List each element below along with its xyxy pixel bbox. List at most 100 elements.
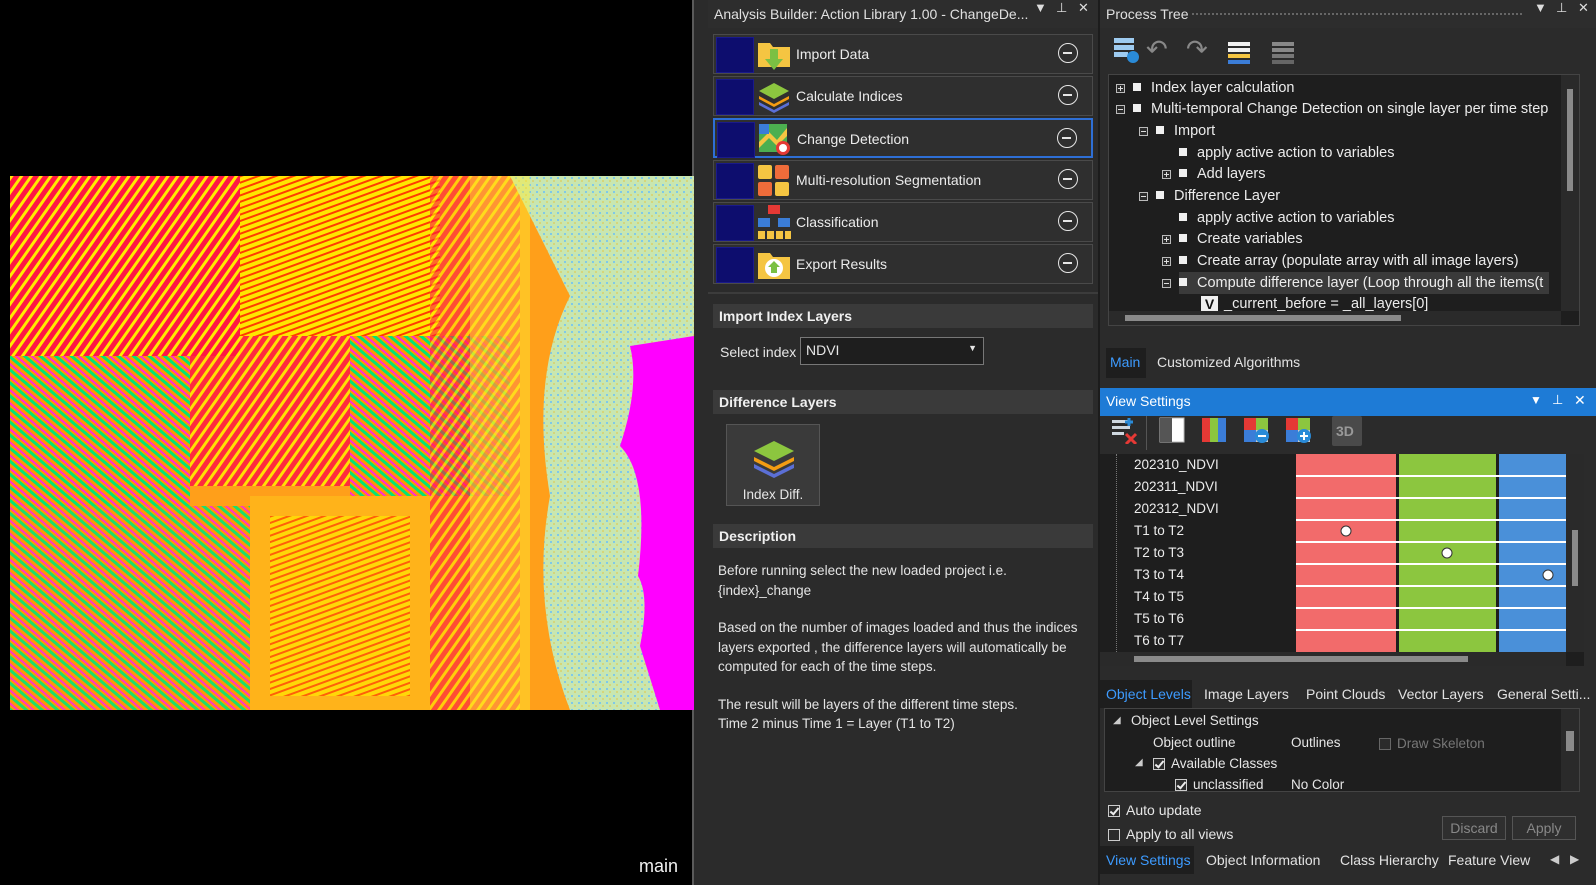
3d-view-button[interactable]: 3D <box>1332 416 1362 446</box>
map-view-panel[interactable]: main <box>0 0 694 885</box>
bottom-tab-object-information[interactable]: Object Information <box>1206 852 1320 868</box>
tree-item[interactable]: Index layer calculation <box>1133 77 1294 99</box>
tree-item[interactable]: apply active action to variables <box>1179 207 1394 229</box>
pin-icon[interactable]: ⊥ <box>1056 0 1067 16</box>
tree-item[interactable]: Difference Layer <box>1156 185 1280 207</box>
action-multiresolution-segmentation[interactable]: Multi-resolution Segmentation <box>713 160 1093 200</box>
collapse-action-icon[interactable] <box>1058 85 1078 105</box>
show-next-image-layer-icon[interactable] <box>1284 416 1312 444</box>
tree-item[interactable]: Create array (populate array with all im… <box>1179 250 1519 272</box>
process-tree-settings-icon[interactable] <box>1112 36 1140 64</box>
action-export-results[interactable]: Export Results <box>713 244 1093 284</box>
horizontal-scrollbar[interactable] <box>1109 311 1561 325</box>
tab-vector-layers[interactable]: Vector Layers <box>1398 686 1484 702</box>
discard-button[interactable]: Discard <box>1442 816 1506 840</box>
tab-image-layers[interactable]: Image Layers <box>1204 686 1289 702</box>
undo-icon[interactable]: ↶ <box>1146 34 1168 65</box>
draw-skeleton-checkbox[interactable] <box>1379 738 1391 751</box>
tree-item[interactable]: Multi-temporal Change Detection on singl… <box>1133 98 1548 120</box>
unclassified-checkbox[interactable] <box>1175 779 1187 791</box>
tab-object-levels[interactable]: Object Levels <box>1100 680 1192 708</box>
layer-name[interactable]: T5 to T6 <box>1134 608 1184 630</box>
auto-update-checkbox[interactable] <box>1108 805 1120 818</box>
dropdown-icon[interactable]: ▼ <box>1034 0 1047 15</box>
action-change-detection[interactable]: Change Detection <box>713 118 1093 158</box>
collapse-action-icon[interactable] <box>1058 169 1078 189</box>
pin-icon[interactable]: ⊥ <box>1556 0 1567 16</box>
select-index-dropdown[interactable]: NDVI ▼ <box>800 337 984 365</box>
layer-mixing-icon[interactable] <box>1110 416 1138 444</box>
collapse-triangle-icon[interactable]: ◢ <box>1113 715 1121 726</box>
redo-icon[interactable]: ↷ <box>1186 34 1208 65</box>
layer-name[interactable]: T2 to T3 <box>1134 542 1184 564</box>
layer-name[interactable]: 202312_NDVI <box>1134 498 1219 520</box>
layer-mixing-table[interactable]: 202310_NDVI 202311_NDVI 202312_NDVI T1 t… <box>1100 454 1584 666</box>
save-rule-set-icon[interactable] <box>1270 38 1298 66</box>
channel-grid[interactable] <box>1296 454 1566 654</box>
expand-icon[interactable] <box>1162 235 1171 244</box>
dropdown-icon[interactable]: ▼ <box>1534 0 1547 15</box>
apply-button[interactable]: Apply <box>1512 816 1576 840</box>
tree-item[interactable]: Import <box>1156 120 1215 142</box>
tab-main[interactable]: Main <box>1106 348 1146 378</box>
layer-name[interactable]: 202310_NDVI <box>1134 454 1219 476</box>
collapse-icon[interactable] <box>1139 127 1148 136</box>
process-tree-view[interactable]: Index layer calculation Multi-temporal C… <box>1108 74 1580 326</box>
load-rule-set-icon[interactable] <box>1226 38 1254 66</box>
action-import-data[interactable]: Import Data <box>713 34 1093 74</box>
satellite-change-image[interactable] <box>10 176 694 710</box>
scrollbar-thumb[interactable] <box>1572 530 1578 586</box>
available-classes-checkbox[interactable] <box>1153 758 1165 771</box>
close-icon[interactable]: ✕ <box>1574 392 1586 409</box>
layer-name[interactable]: T3 to T4 <box>1134 564 1184 586</box>
collapse-triangle-icon[interactable]: ◢ <box>1135 757 1143 768</box>
auto-update-option[interactable]: Auto update <box>1108 802 1202 818</box>
close-icon[interactable]: ✕ <box>1078 0 1089 16</box>
show-previous-image-layer-icon[interactable] <box>1242 416 1270 444</box>
close-icon[interactable]: ✕ <box>1578 0 1589 16</box>
collapse-icon[interactable] <box>1162 279 1171 288</box>
layer-name[interactable]: T1 to T2 <box>1134 520 1184 542</box>
tree-item[interactable]: Create variables <box>1179 228 1303 250</box>
object-level-settings-tree[interactable]: ◢ Object Level Settings Object outline O… <box>1104 708 1580 792</box>
collapse-action-icon[interactable] <box>1057 128 1077 148</box>
expand-icon[interactable] <box>1162 170 1171 179</box>
pin-icon[interactable]: ⊥ <box>1552 392 1563 408</box>
vertical-scrollbar[interactable] <box>1561 75 1579 311</box>
vertical-scrollbar[interactable] <box>1566 454 1584 652</box>
three-layer-mix-icon[interactable] <box>1200 416 1228 444</box>
scrollbar-thumb[interactable] <box>1566 731 1574 751</box>
tree-item-selected[interactable]: Compute difference layer (Loop through a… <box>1179 272 1550 294</box>
layer-name[interactable]: 202311_NDVI <box>1134 476 1218 498</box>
layer-name[interactable]: T6 to T7 <box>1134 630 1184 652</box>
scrollbar-thumb[interactable] <box>1567 89 1573 191</box>
apply-to-all-views-option[interactable]: Apply to all views <box>1108 826 1233 842</box>
object-outline-value[interactable]: Outlines <box>1291 735 1341 750</box>
action-calculate-indices[interactable]: Calculate Indices <box>713 76 1093 116</box>
tab-general-settings[interactable]: General Setti... <box>1497 686 1590 702</box>
vertical-scrollbar[interactable] <box>1561 709 1579 791</box>
scrollbar-thumb[interactable] <box>1134 656 1468 662</box>
collapse-icon[interactable] <box>1116 105 1125 114</box>
action-classification[interactable]: Classification <box>713 202 1093 242</box>
unclassified-option[interactable]: unclassified <box>1175 777 1264 791</box>
single-layer-grayscale-icon[interactable] <box>1158 416 1186 444</box>
tab-customized-algorithms[interactable]: Customized Algorithms <box>1157 354 1300 370</box>
collapse-action-icon[interactable] <box>1058 253 1078 273</box>
index-diff-button[interactable]: Index Diff. <box>726 424 820 506</box>
collapse-action-icon[interactable] <box>1058 43 1078 63</box>
bottom-tab-class-hierarchy[interactable]: Class Hierarchy <box>1340 852 1439 868</box>
horizontal-scrollbar[interactable] <box>1100 652 1566 666</box>
expand-icon[interactable] <box>1116 84 1125 93</box>
expand-icon[interactable] <box>1162 257 1171 266</box>
collapse-action-icon[interactable] <box>1058 211 1078 231</box>
tree-item[interactable]: apply active action to variables <box>1179 142 1394 164</box>
bottom-tab-feature-view[interactable]: Feature View <box>1448 852 1530 868</box>
scrollbar-thumb[interactable] <box>1125 315 1401 321</box>
draw-skeleton-option[interactable]: Draw Skeleton <box>1379 736 1485 751</box>
scroll-left-icon[interactable]: ◀ <box>1550 852 1559 866</box>
collapse-icon[interactable] <box>1139 192 1148 201</box>
tree-item[interactable]: Add layers <box>1179 163 1266 185</box>
layer-name[interactable]: T4 to T5 <box>1134 586 1184 608</box>
tab-point-clouds[interactable]: Point Clouds <box>1306 686 1385 702</box>
